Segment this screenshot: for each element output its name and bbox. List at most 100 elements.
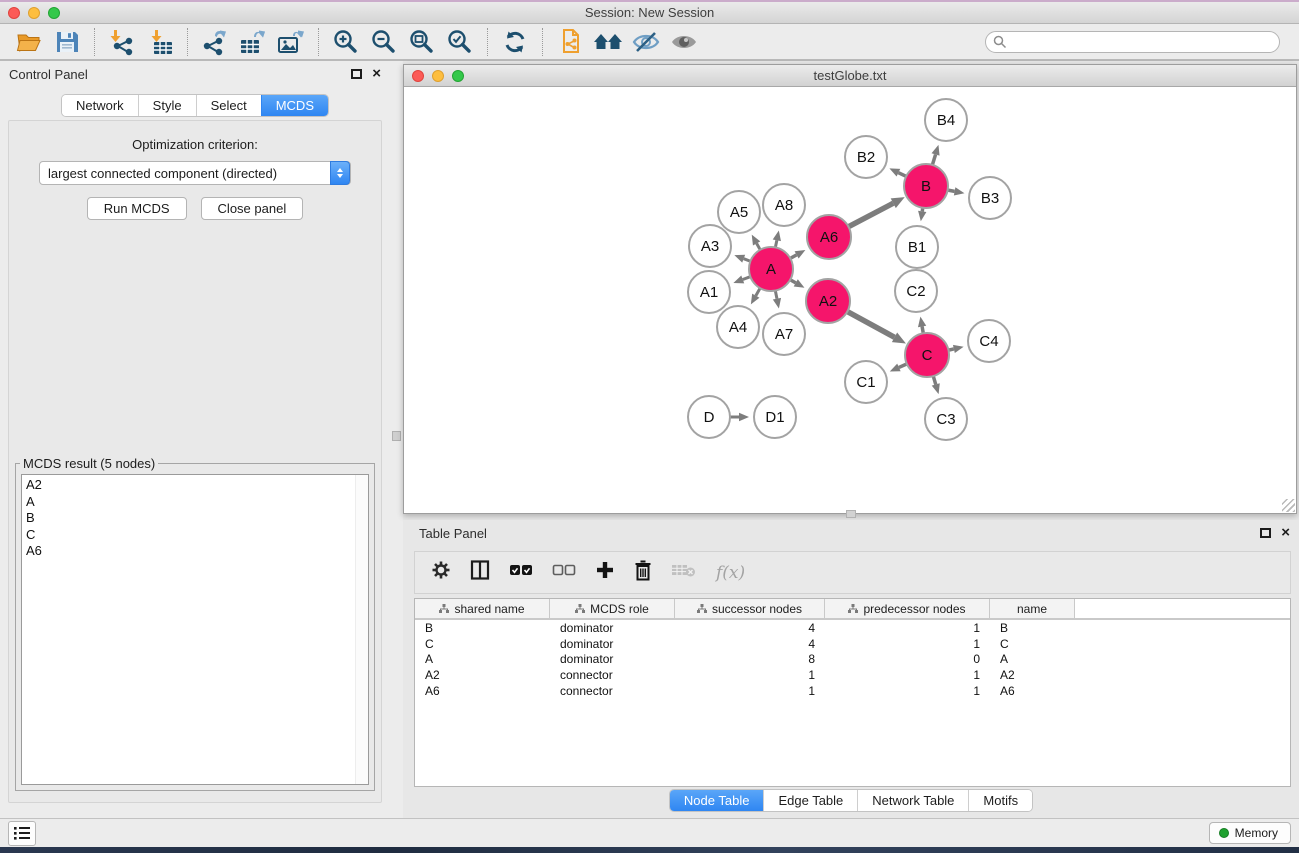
table-cell[interactable]: A2 [990, 668, 1075, 682]
memory-button[interactable]: Memory [1209, 822, 1291, 844]
graph-node-A1[interactable]: A1 [688, 271, 730, 313]
close-panel-icon[interactable]: × [372, 69, 381, 79]
table-cell[interactable]: A6 [990, 684, 1075, 698]
network-canvas[interactable]: B4B2BB3A8A5A6A3B1AA1C2A2A4A7C4CC1C3DD1 [404, 87, 1296, 513]
window-bottom-grip[interactable] [846, 510, 856, 518]
show-columns-icon[interactable] [470, 560, 490, 585]
show-graphics-details-icon[interactable] [665, 26, 703, 58]
column-header[interactable]: MCDS role [550, 599, 675, 618]
tab-select[interactable]: Select [196, 95, 261, 116]
table-cell[interactable]: C [990, 637, 1075, 651]
zoom-fit-icon[interactable] [403, 26, 441, 58]
table-cell[interactable]: 1 [825, 637, 990, 651]
select-all-icon[interactable] [509, 562, 533, 583]
graph-node-A[interactable]: A [749, 247, 793, 291]
close-table-panel-icon[interactable]: × [1281, 528, 1290, 538]
table-settings-icon[interactable] [431, 560, 451, 585]
graph-node-B1[interactable]: B1 [896, 226, 938, 268]
zoom-in-icon[interactable] [327, 26, 365, 58]
table-cell[interactable]: 1 [825, 684, 990, 698]
export-table-icon[interactable] [234, 26, 272, 58]
zoom-out-icon[interactable] [365, 26, 403, 58]
column-header[interactable]: predecessor nodes [825, 599, 990, 618]
graph-node-A2[interactable]: A2 [806, 279, 850, 323]
tab-network[interactable]: Network [62, 95, 138, 116]
column-header[interactable]: name [990, 599, 1075, 618]
table-cell[interactable]: 8 [675, 652, 825, 666]
mcds-result-list[interactable]: A2ABCA6 [21, 474, 369, 785]
table-cell[interactable]: dominator [550, 652, 675, 666]
table-cell[interactable]: A [415, 652, 550, 666]
table-cell[interactable]: A [990, 652, 1075, 666]
graph-node-A3[interactable]: A3 [689, 225, 731, 267]
tab-mcds[interactable]: MCDS [261, 95, 328, 116]
close-panel-button[interactable]: Close panel [201, 197, 304, 220]
table-cell[interactable]: 1 [825, 621, 990, 635]
mcds-result-item[interactable]: A2 [26, 477, 368, 494]
table-cell[interactable]: B [415, 621, 550, 635]
table-cell[interactable]: dominator [550, 637, 675, 651]
table-row[interactable]: Cdominator41C [415, 636, 1290, 652]
network-window-titlebar[interactable]: testGlobe.txt [404, 65, 1296, 87]
table-cell[interactable]: dominator [550, 621, 675, 635]
table-cell[interactable]: 1 [825, 668, 990, 682]
graph-node-A6[interactable]: A6 [807, 215, 851, 259]
table-cell[interactable]: A6 [415, 684, 550, 698]
mcds-result-item[interactable]: B [26, 510, 368, 527]
table-row[interactable]: Bdominator41B [415, 620, 1290, 636]
graph-node-B3[interactable]: B3 [969, 177, 1011, 219]
save-session-icon[interactable] [48, 26, 86, 58]
toolbar-search[interactable] [985, 31, 1280, 53]
zoom-selected-icon[interactable] [441, 26, 479, 58]
criterion-dropdown[interactable]: largest connected component (directed) [39, 161, 351, 185]
hide-panels-icon[interactable] [627, 26, 665, 58]
graph-node-D[interactable]: D [688, 396, 730, 438]
graph-node-A8[interactable]: A8 [763, 184, 805, 226]
table-cell[interactable]: 4 [675, 637, 825, 651]
refresh-icon[interactable] [496, 26, 534, 58]
divider-grip[interactable] [392, 431, 401, 441]
table-cell[interactable]: 1 [675, 668, 825, 682]
graph-node-C[interactable]: C [905, 333, 949, 377]
search-input[interactable] [1007, 33, 1279, 51]
result-scrollbar[interactable] [355, 475, 368, 784]
graph-node-A5[interactable]: A5 [718, 191, 760, 233]
table-cell[interactable]: connector [550, 684, 675, 698]
tab-edge-table[interactable]: Edge Table [763, 790, 857, 811]
graph-node-B[interactable]: B [904, 164, 948, 208]
graph-edge-A2-C[interactable] [846, 311, 894, 337]
table-cell[interactable]: 1 [675, 684, 825, 698]
mcds-result-item[interactable]: C [26, 527, 368, 544]
table-cell[interactable]: C [415, 637, 550, 651]
table-row[interactable]: A6connector11A6 [415, 683, 1290, 699]
task-history-button[interactable] [8, 821, 36, 846]
table-cell[interactable]: B [990, 621, 1075, 635]
float-panel-icon[interactable] [351, 69, 362, 79]
graph-edge-A6-B[interactable] [848, 203, 894, 227]
graph-node-B2[interactable]: B2 [845, 136, 887, 178]
panel-divider[interactable] [390, 61, 403, 818]
window-resize-grip[interactable] [1282, 499, 1295, 512]
delete-icon[interactable] [634, 560, 652, 586]
column-header[interactable]: successor nodes [675, 599, 825, 618]
column-header[interactable]: shared name [415, 599, 550, 618]
import-network-icon[interactable] [103, 26, 141, 58]
table-cell[interactable]: A2 [415, 668, 550, 682]
add-icon[interactable] [595, 560, 615, 585]
tab-node-table[interactable]: Node Table [670, 790, 764, 811]
float-table-panel-icon[interactable] [1260, 528, 1271, 538]
graph-node-B4[interactable]: B4 [925, 99, 967, 141]
import-table-icon[interactable] [141, 26, 179, 58]
tab-network-table[interactable]: Network Table [857, 790, 968, 811]
home-layout-icon[interactable] [589, 26, 627, 58]
table-row[interactable]: Adominator80A [415, 651, 1290, 667]
graph-node-C1[interactable]: C1 [845, 361, 887, 403]
graph-node-A4[interactable]: A4 [717, 306, 759, 348]
run-mcds-button[interactable]: Run MCDS [87, 197, 187, 220]
table-cell[interactable]: 0 [825, 652, 990, 666]
tab-style[interactable]: Style [138, 95, 196, 116]
table-row[interactable]: A2connector11A2 [415, 667, 1290, 683]
table-cell[interactable]: 4 [675, 621, 825, 635]
clone-network-icon[interactable] [551, 26, 589, 58]
deselect-all-icon[interactable] [552, 562, 576, 583]
